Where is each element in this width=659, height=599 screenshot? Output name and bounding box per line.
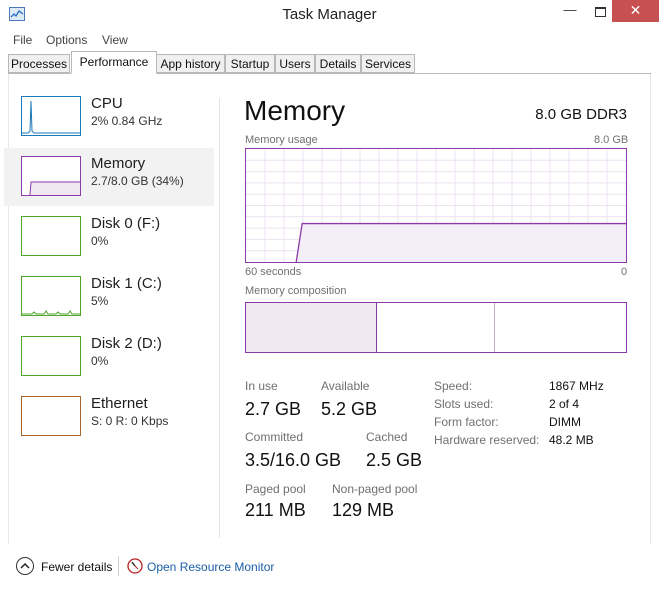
footer-separator	[118, 556, 119, 576]
tab-users[interactable]: Users	[275, 54, 315, 73]
menu-options[interactable]: Options	[46, 33, 87, 47]
sidebar-item-label: CPU	[91, 95, 123, 112]
memory-usage-chart	[246, 149, 626, 262]
open-resource-monitor-link[interactable]: Open Resource Monitor	[147, 560, 274, 574]
memory-usage-label: Memory usage	[245, 134, 318, 146]
sidebar-item-label: Disk 0 (F:)	[91, 215, 161, 232]
menu-view[interactable]: View	[102, 33, 128, 47]
disk-1-thumbnail-graph	[21, 276, 81, 316]
title-bar: Task Manager — ✕	[0, 0, 659, 30]
menu-file[interactable]: File	[13, 33, 32, 47]
hardware-reserved-value: 48.2 MB	[549, 433, 594, 447]
committed-label: Committed	[245, 430, 304, 444]
nonpaged-pool-value: 129 MB	[332, 500, 395, 520]
in-use-label: In use	[245, 379, 278, 393]
sidebar-item-label: Memory	[91, 155, 146, 172]
tab-performance[interactable]: Performance	[71, 51, 157, 74]
committed-value: 3.5/16.0 GB	[245, 450, 342, 470]
cpu-thumbnail-graph	[21, 96, 81, 136]
slots-used-value: 2 of 4	[549, 397, 580, 411]
form-factor-value: DIMM	[549, 415, 581, 429]
sidebar-item-value: 0%	[91, 234, 109, 248]
disk-0-thumbnail-graph	[21, 216, 81, 256]
in-use-value: 2.7 GB	[245, 399, 302, 419]
form-factor-label: Form factor:	[434, 415, 499, 429]
fewer-details-link[interactable]: Fewer details	[41, 560, 112, 574]
time-axis-start-label: 60 seconds	[245, 266, 302, 278]
slots-used-label: Slots used:	[434, 397, 494, 411]
maximize-icon	[594, 7, 606, 17]
composition-modified[interactable]	[377, 303, 495, 352]
disk-2-thumbnail-graph	[21, 336, 81, 376]
ethernet-thumbnail-graph	[21, 396, 81, 436]
sidebar-item-value: 5%	[91, 294, 109, 308]
memory-usage-area	[296, 223, 626, 262]
sidebar-item-memory[interactable]: Memory 2.7/8.0 GB (34%)	[4, 148, 214, 206]
resource-monitor-icon[interactable]	[127, 558, 143, 574]
sidebar-item-value: 2.7/8.0 GB (34%)	[91, 174, 184, 188]
cached-value: 2.5 GB	[366, 450, 423, 470]
paged-pool-label: Paged pool	[245, 482, 306, 496]
speed-label: Speed:	[434, 379, 473, 393]
minimize-button[interactable]: —	[555, 0, 585, 22]
paged-pool-value: 211 MB	[245, 500, 306, 520]
composition-in-use[interactable]	[246, 303, 377, 352]
memory-usage-max: 8.0 GB	[594, 134, 629, 146]
sidebar-item-value: S: 0 R: 0 Kbps	[91, 414, 169, 428]
memory-composition-label: Memory composition	[245, 285, 347, 297]
available-label: Available	[321, 379, 370, 393]
sidebar-item-ethernet[interactable]: Ethernet S: 0 R: 0 Kbps	[12, 392, 214, 450]
page-title: Memory	[244, 95, 346, 126]
maximize-button[interactable]	[585, 0, 615, 22]
nonpaged-pool-label: Non-paged pool	[332, 482, 418, 496]
memory-spec: 8.0 GB DDR3	[535, 106, 627, 123]
sidebar-item-disk-0[interactable]: Disk 0 (F:) 0%	[12, 212, 214, 270]
tab-services[interactable]: Services	[361, 54, 415, 73]
hardware-reserved-label: Hardware reserved:	[434, 433, 540, 447]
memory-composition-bar	[245, 302, 627, 353]
sidebar-item-label: Disk 1 (C:)	[91, 275, 162, 292]
composition-standby[interactable]	[495, 303, 626, 352]
collapse-chevron-icon[interactable]	[16, 557, 34, 575]
tab-startup[interactable]: Startup	[225, 54, 275, 73]
tab-details[interactable]: Details	[315, 54, 361, 73]
speed-value: 1867 MHz	[549, 379, 604, 393]
sidebar-item-value: 0%	[91, 354, 109, 368]
available-value: 5.2 GB	[321, 399, 378, 419]
time-axis-end-label: 0	[621, 266, 628, 278]
sidebar-item-label: Ethernet	[91, 395, 148, 412]
cached-label: Cached	[366, 430, 408, 444]
sidebar-item-cpu[interactable]: CPU 2% 0.84 GHz	[12, 92, 214, 150]
memory-usage-graph	[245, 148, 627, 263]
pane-divider	[219, 98, 220, 538]
sidebar-item-disk-1[interactable]: Disk 1 (C:) 5%	[12, 272, 214, 330]
tab-app-history[interactable]: App history	[156, 54, 225, 73]
tab-processes[interactable]: Processes	[8, 54, 70, 73]
menu-bar: File Options View	[0, 30, 659, 50]
sidebar-item-label: Disk 2 (D:)	[91, 335, 162, 352]
memory-thumbnail-graph	[21, 156, 81, 196]
sidebar-item-value: 2% 0.84 GHz	[91, 114, 163, 128]
close-button[interactable]: ✕	[612, 0, 659, 22]
sidebar-item-disk-2[interactable]: Disk 2 (D:) 0%	[12, 332, 214, 390]
